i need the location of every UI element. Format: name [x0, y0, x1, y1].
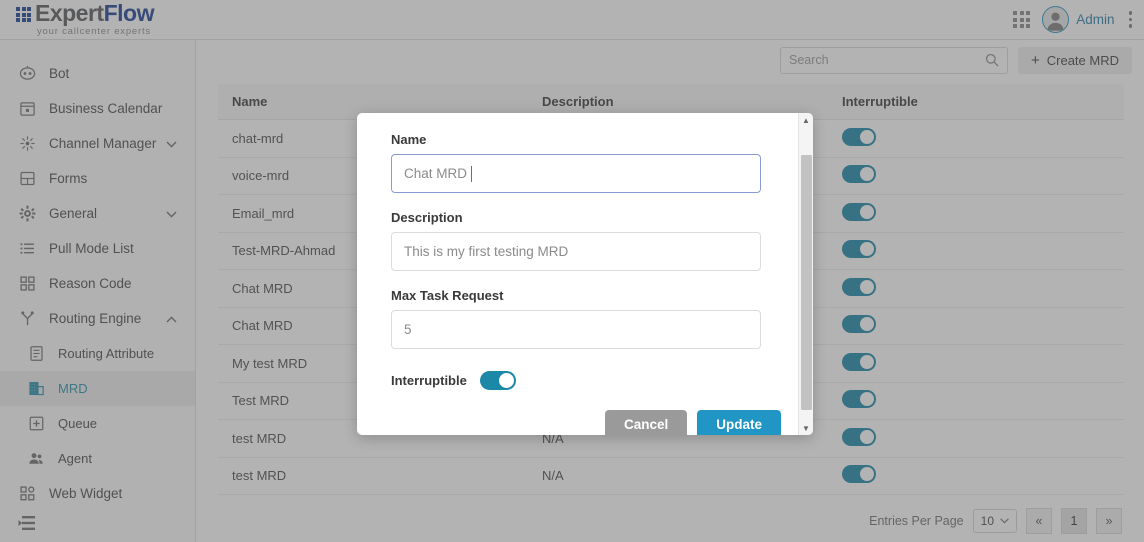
name-input[interactable]: Chat MRD [391, 154, 761, 193]
scroll-down-arrow-icon[interactable]: ▼ [799, 421, 813, 435]
interruptible-toggle[interactable] [480, 371, 516, 390]
description-field-label: Description [391, 210, 781, 225]
scroll-up-arrow-icon[interactable]: ▲ [799, 113, 813, 127]
update-button[interactable]: Update [697, 410, 781, 435]
edit-mrd-modal: Name Chat MRD Description This is my fir… [357, 113, 813, 435]
scrollbar-thumb[interactable] [801, 155, 812, 410]
max-task-request-label: Max Task Request [391, 288, 781, 303]
name-field-label: Name [391, 132, 781, 147]
modal-scrollbar[interactable]: ▲ ▼ [798, 113, 813, 435]
description-input[interactable]: This is my first testing MRD [391, 232, 761, 271]
app-root: ExpertFlow your callcenter experts Admin [0, 0, 1144, 542]
max-task-request-value: 5 [404, 322, 412, 337]
cancel-button[interactable]: Cancel [605, 410, 687, 435]
max-task-request-input[interactable]: 5 [391, 310, 761, 349]
description-input-value: This is my first testing MRD [404, 244, 568, 259]
name-input-value: Chat MRD [404, 166, 467, 181]
text-caret [471, 166, 472, 182]
interruptible-toggle-label: Interruptible [391, 373, 467, 388]
